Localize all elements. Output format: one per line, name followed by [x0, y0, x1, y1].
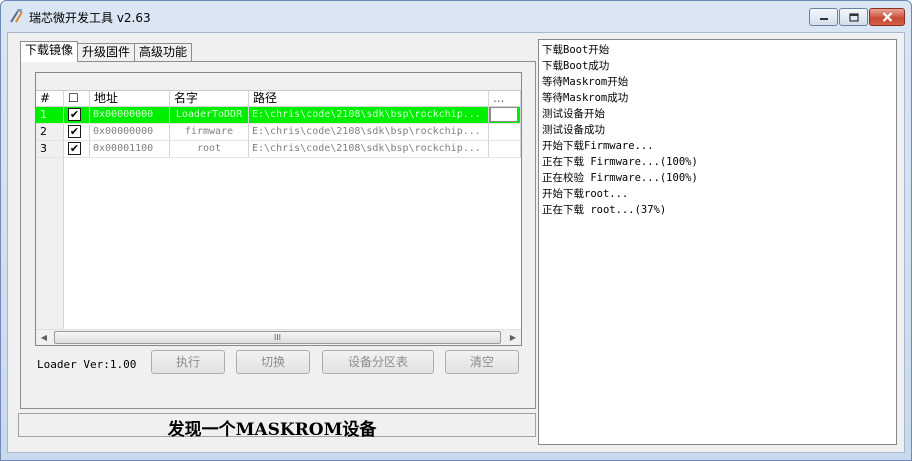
close-icon [882, 12, 892, 22]
execute-button[interactable]: 执行 [151, 350, 225, 374]
table-row[interactable]: 3 ✔ 0x00001100 root E:\chris\code\2108\s… [36, 141, 521, 158]
row-checkbox-cell: ✔ [64, 107, 90, 123]
switch-button[interactable]: 切换 [236, 350, 310, 374]
header-address[interactable]: 地址 [90, 91, 170, 107]
row-checkbox-cell: ✔ [64, 141, 90, 157]
row-checkbox[interactable]: ✔ [68, 125, 81, 138]
header-more[interactable]: ... [489, 91, 521, 107]
row-name[interactable]: LoaderToDDR [170, 107, 249, 123]
app-window: 瑞芯微开发工具 v2.63 下载镜像 升级固件 高级功能 # ☐ 地址 名字 路… [0, 0, 912, 461]
log-panel[interactable]: 下载Boot开始 下载Boot成功 等待Maskrom开始 等待Maskrom成… [538, 39, 897, 445]
log-line: 等待Maskrom成功 [542, 92, 629, 104]
log-line: 下载Boot成功 [542, 60, 610, 72]
row-checkbox-cell: ✔ [64, 124, 90, 140]
grid-caption-bar [36, 73, 521, 91]
loader-version: Loader Ver:1.00 [37, 358, 137, 371]
log-line: 测试设备开始 [542, 108, 605, 120]
header-path[interactable]: 路径 [249, 91, 489, 107]
minimize-button[interactable] [809, 8, 838, 26]
row-path[interactable]: E:\chris\code\2108\sdk\bsp\rockchip... [249, 124, 489, 140]
row-address[interactable]: 0x00000000 [90, 107, 170, 123]
tab-advanced[interactable]: 高级功能 [134, 43, 193, 62]
log-line: 正在下载 Firmware...(100%) [542, 156, 698, 168]
tab-download-image[interactable]: 下载镜像 [20, 41, 79, 62]
rockchip-tool-icon [10, 9, 23, 23]
client-area: 下载镜像 升级固件 高级功能 # ☐ 地址 名字 路径 ... 1 ✔ 0x00… [7, 32, 905, 453]
grid-header: # ☐ 地址 名字 路径 ... [36, 91, 521, 107]
log-line: 开始下载Firmware... [542, 140, 654, 152]
row-index: 1 [36, 107, 64, 123]
row-browse-cell[interactable] [489, 124, 521, 140]
title-bar[interactable]: 瑞芯微开发工具 v2.63 [1, 1, 911, 31]
log-line: 开始下载root... [542, 188, 629, 200]
row-checkbox[interactable]: ✔ [68, 108, 81, 121]
clear-button[interactable]: 清空 [445, 350, 519, 374]
device-status: 发现一个MASKROM设备 [167, 420, 377, 440]
row-path[interactable]: E:\chris\code\2108\sdk\bsp\rockchip... [249, 107, 489, 123]
maximize-button[interactable] [839, 8, 868, 26]
close-button[interactable] [869, 8, 905, 26]
log-line: 等待Maskrom开始 [542, 76, 629, 88]
row-browse-cell[interactable] [489, 141, 521, 157]
scroll-right-icon[interactable]: ▶ [505, 330, 521, 346]
scroll-thumb[interactable]: III [54, 331, 501, 344]
row-path[interactable]: E:\chris\code\2108\sdk\bsp\rockchip... [249, 141, 489, 157]
row-browse-cell [489, 107, 521, 123]
tab-strip: 下载镜像 升级固件 高级功能 [20, 41, 193, 62]
log-line: 测试设备成功 [542, 124, 605, 136]
log-line: 正在校验 Firmware...(100%) [542, 172, 698, 184]
row-browse-button[interactable] [490, 107, 518, 122]
row-index: 2 [36, 124, 64, 140]
row-checkbox[interactable]: ✔ [68, 142, 81, 155]
partition-grid[interactable]: # ☐ 地址 名字 路径 ... 1 ✔ 0x00000000 LoaderTo… [35, 72, 522, 346]
window-title: 瑞芯微开发工具 v2.63 [29, 11, 151, 25]
row-name[interactable]: firmware [170, 124, 249, 140]
download-image-panel: # ☐ 地址 名字 路径 ... 1 ✔ 0x00000000 LoaderTo… [20, 61, 536, 409]
maximize-icon [848, 12, 859, 22]
header-check[interactable]: ☐ [64, 91, 90, 107]
table-row[interactable]: 2 ✔ 0x00000000 firmware E:\chris\code\21… [36, 124, 521, 141]
horizontal-scrollbar[interactable]: ◀ III ▶ [36, 329, 521, 345]
table-row[interactable]: 1 ✔ 0x00000000 LoaderToDDR E:\chris\code… [36, 107, 521, 124]
scroll-left-icon[interactable]: ◀ [36, 330, 52, 346]
log-line: 下载Boot开始 [542, 44, 610, 56]
minimize-icon [819, 18, 828, 20]
header-index[interactable]: # [36, 91, 64, 107]
row-address[interactable]: 0x00001100 [90, 141, 170, 157]
tab-upgrade-firmware[interactable]: 升级固件 [77, 43, 136, 62]
row-name[interactable]: root [170, 141, 249, 157]
row-address[interactable]: 0x00000000 [90, 124, 170, 140]
log-line: 正在下载 root...(37%) [542, 204, 667, 216]
header-name[interactable]: 名字 [170, 91, 249, 107]
partition-table-button[interactable]: 设备分区表 [322, 350, 434, 374]
row-index: 3 [36, 141, 64, 157]
